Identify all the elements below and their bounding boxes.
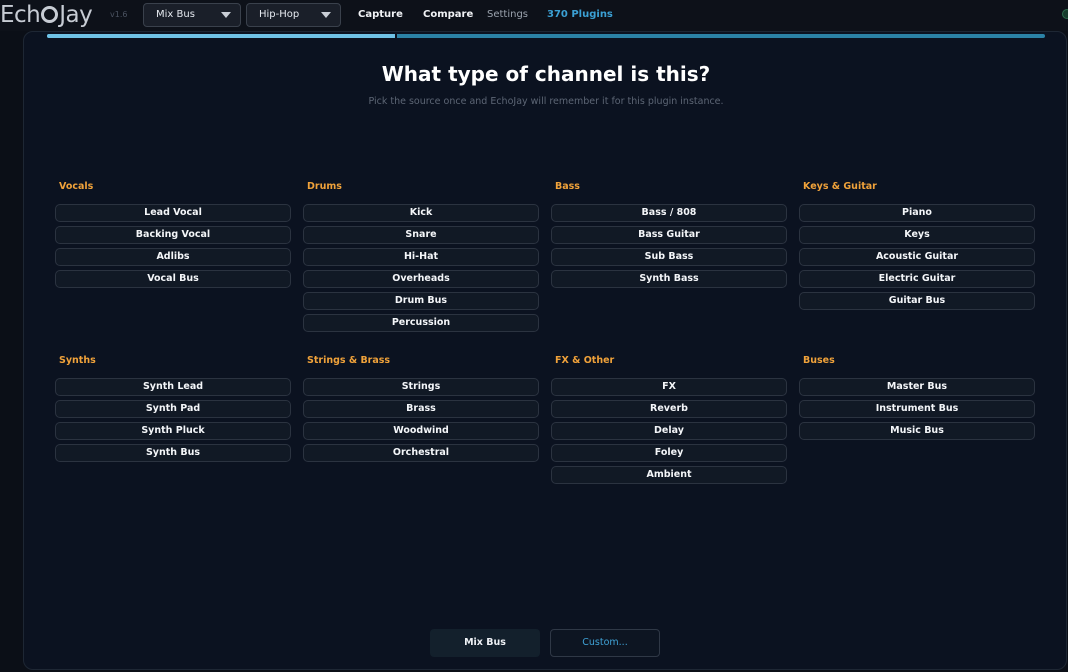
- category-group: Strings & Brass Strings Brass Woodwind Orche…: [303, 355, 539, 466]
- logo-ring-icon: [41, 6, 59, 23]
- channel-type-option[interactable]: Reverb: [551, 400, 787, 418]
- channel-type-option[interactable]: Woodwind: [303, 422, 539, 440]
- channel-type-option[interactable]: Ambient: [551, 466, 787, 484]
- channel-type-option[interactable]: Synth Bass: [551, 270, 787, 288]
- channel-type-option[interactable]: Strings: [303, 378, 539, 396]
- nav-capture[interactable]: Capture: [358, 9, 403, 21]
- logo-text-suffix: Jay: [59, 2, 93, 28]
- channel-type-option[interactable]: Keys: [799, 226, 1035, 244]
- channel-type-option[interactable]: Orchestral: [303, 444, 539, 462]
- category-title: Keys & Guitar: [803, 181, 877, 192]
- channel-type-value: Mix Bus: [156, 9, 195, 20]
- category-title: FX & Other: [555, 355, 615, 366]
- custom-button[interactable]: Custom...: [550, 629, 660, 657]
- channel-type-option[interactable]: Synth Pad: [55, 400, 291, 418]
- channel-type-option[interactable]: Synth Pluck: [55, 422, 291, 440]
- top-bar: Ech Jay v1.6 Mix Bus Hip-Hop Capture Comp…: [0, 0, 1068, 31]
- channel-type-option[interactable]: Snare: [303, 226, 539, 244]
- channel-type-option[interactable]: Sub Bass: [551, 248, 787, 266]
- chevron-down-icon: [221, 12, 231, 18]
- channel-type-option[interactable]: Vocal Bus: [55, 270, 291, 288]
- channel-type-option[interactable]: Brass: [303, 400, 539, 418]
- category-title: Strings & Brass: [307, 355, 391, 366]
- channel-type-option[interactable]: Instrument Bus: [799, 400, 1035, 418]
- category-group: Keys & Guitar Piano Keys Acoustic Guitar Ele…: [799, 181, 1035, 314]
- status-indicator-icon: [1062, 9, 1068, 19]
- channel-type-option[interactable]: FX: [551, 378, 787, 396]
- nav-settings[interactable]: Settings: [487, 9, 528, 21]
- category-group: Synths Synth Lead Synth Pad Synth Pluck Synt…: [55, 355, 291, 466]
- channel-type-option[interactable]: Backing Vocal: [55, 226, 291, 244]
- channel-type-option[interactable]: Lead Vocal: [55, 204, 291, 222]
- channel-type-option[interactable]: Drum Bus: [303, 292, 539, 310]
- channel-type-option[interactable]: Foley: [551, 444, 787, 462]
- channel-type-option[interactable]: Kick: [303, 204, 539, 222]
- wizard-progress-fill: [47, 34, 397, 38]
- category-group: Vocals Lead Vocal Backing Vocal Adlibs Vocal…: [55, 181, 291, 292]
- channel-type-option[interactable]: Master Bus: [799, 378, 1035, 396]
- echojay-logo: Ech Jay: [0, 2, 93, 28]
- genre-select[interactable]: Hip-Hop: [246, 3, 341, 27]
- chevron-down-icon: [321, 12, 331, 18]
- channel-type-option[interactable]: Bass / 808: [551, 204, 787, 222]
- channel-type-option[interactable]: Percussion: [303, 314, 539, 332]
- channel-type-option[interactable]: Bass Guitar: [551, 226, 787, 244]
- channel-type-option[interactable]: Piano: [799, 204, 1035, 222]
- channel-type-option[interactable]: Music Bus: [799, 422, 1035, 440]
- category-title: Drums: [307, 181, 342, 192]
- channel-type-option[interactable]: Hi-Hat: [303, 248, 539, 266]
- version-label: v1.6: [110, 10, 128, 19]
- nav-compare[interactable]: Compare: [423, 9, 473, 21]
- wizard-subtitle: Pick the source once and EchoJay will re…: [368, 96, 724, 107]
- channel-type-option[interactable]: Adlibs: [55, 248, 291, 266]
- channel-type-option[interactable]: Electric Guitar: [799, 270, 1035, 288]
- nav-plugins-count[interactable]: 370 Plugins: [547, 9, 613, 21]
- logo-text-prefix: Ech: [0, 2, 41, 28]
- channel-type-wizard: What type of channel is this? Pick the s…: [23, 31, 1067, 670]
- channel-type-option[interactable]: Synth Bus: [55, 444, 291, 462]
- category-title: Synths: [59, 355, 96, 366]
- channel-type-option[interactable]: Guitar Bus: [799, 292, 1035, 310]
- channel-type-option[interactable]: Synth Lead: [55, 378, 291, 396]
- category-title: Vocals: [59, 181, 94, 192]
- genre-value: Hip-Hop: [259, 9, 300, 20]
- channel-type-option[interactable]: Overheads: [303, 270, 539, 288]
- wizard-title: What type of channel is this?: [381, 62, 711, 86]
- mix-bus-button[interactable]: Mix Bus: [430, 629, 540, 657]
- channel-type-option[interactable]: Acoustic Guitar: [799, 248, 1035, 266]
- category-title: Bass: [555, 181, 580, 192]
- category-group: FX & Other FX Reverb Delay Foley Ambient: [551, 355, 787, 488]
- channel-type-select[interactable]: Mix Bus: [143, 3, 241, 27]
- wizard-progress-separator: [395, 33, 398, 39]
- category-group: Buses Master Bus Instrument Bus Music Bus: [799, 355, 1035, 444]
- channel-type-option[interactable]: Delay: [551, 422, 787, 440]
- category-group: Drums Kick Snare Hi-Hat Overheads Drum Bus Per…: [303, 181, 539, 336]
- category-title: Buses: [803, 355, 835, 366]
- category-group: Bass Bass / 808 Bass Guitar Sub Bass Synth B…: [551, 181, 787, 292]
- wizard-progress-bar: [47, 33, 1045, 39]
